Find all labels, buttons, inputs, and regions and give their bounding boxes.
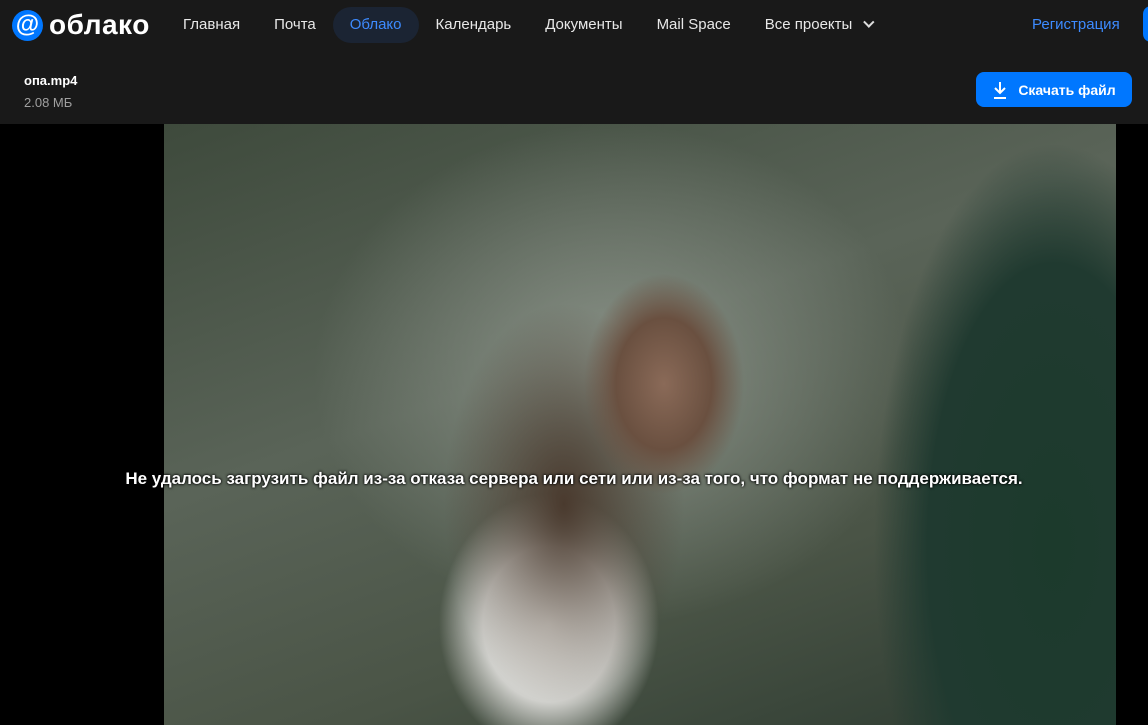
login-button[interactable] [1143,6,1148,42]
file-name: опа.mp4 [24,73,78,88]
download-label: Скачать файл [1018,81,1116,98]
nav-all-projects-label: Все проекты [764,16,853,33]
register-link[interactable]: Регистрация [1032,16,1120,33]
file-size: 2.08 МБ [24,95,73,110]
nav-cloud[interactable]: Облако [332,7,419,43]
at-icon: @ [12,9,43,41]
error-message: Не удалось загрузить файл из-за отказа с… [125,469,1023,488]
nav-mail-space[interactable]: Mail Space [640,7,748,43]
nav-mail[interactable]: Почта [257,7,333,43]
top-bar: @ облако Главная Почта Облако Календарь … [0,0,1148,124]
nav-documents[interactable]: Документы [528,7,639,43]
logo[interactable]: @ облако [12,9,150,41]
logo-text: облако [49,9,150,40]
main-nav: Главная Почта Облако Календарь Документы… [166,7,887,43]
nav-calendar[interactable]: Календарь [419,7,529,43]
download-icon [994,81,1007,99]
nav-home[interactable]: Главная [166,7,257,43]
video-player[interactable] [164,124,1116,725]
chevron-down-icon [863,16,875,28]
download-button[interactable]: Скачать файл [976,72,1132,107]
nav-all-projects[interactable]: Все проекты [748,7,888,43]
